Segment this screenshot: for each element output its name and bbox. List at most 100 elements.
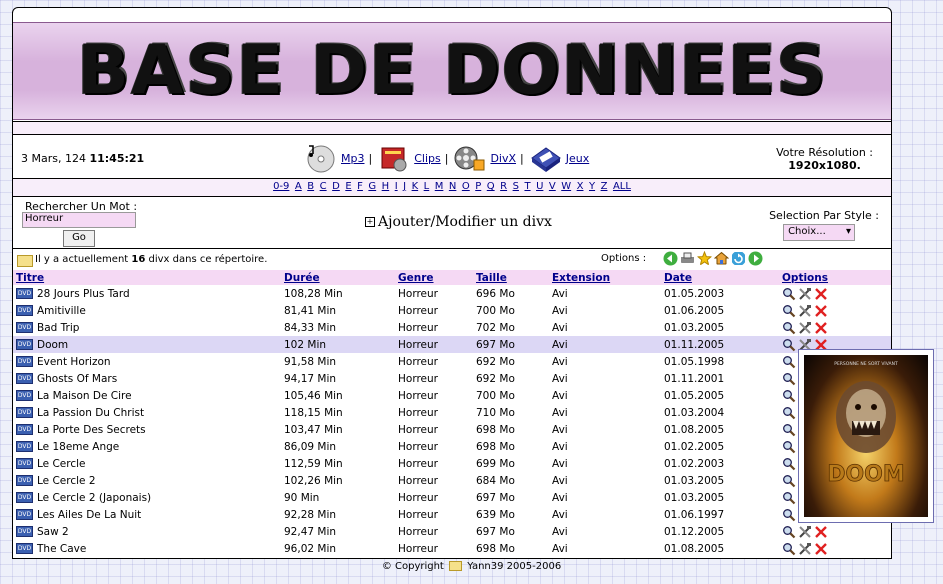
sort-genre[interactable]: Genre — [398, 272, 434, 284]
alpha-link[interactable]: G — [368, 181, 376, 192]
book-icon[interactable] — [376, 142, 410, 174]
row-title[interactable]: Ghosts Of Mars — [37, 373, 117, 385]
printer-icon[interactable] — [680, 251, 695, 266]
search-input[interactable]: Horreur — [22, 212, 136, 228]
row-title[interactable]: Event Horizon — [37, 356, 111, 368]
magnifier-icon[interactable] — [782, 423, 796, 437]
tools-icon[interactable] — [798, 542, 812, 556]
row-title[interactable]: Le 18eme Ange — [37, 441, 119, 453]
delete-x-icon[interactable] — [814, 304, 828, 318]
alpha-link[interactable]: V — [549, 181, 556, 192]
sort-options[interactable]: Options — [782, 272, 828, 284]
delete-x-icon[interactable] — [814, 542, 828, 556]
game-box-icon[interactable] — [528, 142, 562, 174]
alpha-link[interactable]: ALL — [613, 181, 631, 192]
row-title[interactable]: La Maison De Cire — [37, 390, 132, 402]
alpha-link[interactable]: Y — [589, 181, 595, 192]
add-modify-divx[interactable]: + Ajouter/Modifier un divx — [365, 214, 552, 230]
magnifier-icon[interactable] — [782, 355, 796, 369]
magnifier-icon[interactable] — [782, 372, 796, 386]
magnifier-icon[interactable] — [782, 525, 796, 539]
magnifier-icon[interactable] — [782, 508, 796, 522]
cd-icon[interactable] — [303, 142, 337, 174]
alpha-link[interactable]: O — [462, 181, 470, 192]
magnifier-icon[interactable] — [782, 440, 796, 454]
sort-taille[interactable]: Taille — [476, 272, 507, 284]
magnifier-icon[interactable] — [782, 542, 796, 556]
nav-mp3[interactable]: Mp3 — [341, 152, 364, 165]
alpha-link[interactable]: S — [513, 181, 519, 192]
previous-icon[interactable] — [663, 251, 678, 266]
sort-duree[interactable]: Durée — [284, 272, 320, 284]
delete-x-icon[interactable] — [814, 321, 828, 335]
alpha-link[interactable]: 0-9 — [273, 181, 289, 192]
alpha-link[interactable]: H — [382, 181, 390, 192]
time-text: 11:45:21 — [89, 152, 145, 165]
magnifier-icon[interactable] — [782, 304, 796, 318]
row-title[interactable]: The Cave — [37, 543, 86, 555]
sort-titre[interactable]: Titre — [16, 272, 44, 284]
alpha-link[interactable]: F — [357, 181, 363, 192]
next-icon[interactable] — [748, 251, 763, 266]
tools-icon[interactable] — [798, 304, 812, 318]
envelope-icon[interactable] — [449, 561, 463, 571]
row-title[interactable]: Saw 2 — [37, 526, 69, 538]
style-dropdown[interactable]: Choix... — [783, 224, 856, 241]
alpha-link[interactable]: N — [449, 181, 456, 192]
row-title[interactable]: Le Cercle 2 — [37, 475, 96, 487]
row-title[interactable]: Le Cercle — [37, 458, 86, 470]
film-reel-icon[interactable] — [452, 142, 486, 174]
alpha-link[interactable]: Z — [601, 181, 608, 192]
row-title[interactable]: Le Cercle 2 (Japonais) — [37, 492, 151, 504]
delete-x-icon[interactable] — [814, 525, 828, 539]
alpha-link[interactable]: I — [395, 181, 398, 192]
alpha-link[interactable]: Q — [487, 181, 495, 192]
alpha-link[interactable]: P — [475, 181, 481, 192]
nav-jeux[interactable]: Jeux — [566, 152, 590, 165]
alpha-link[interactable]: M — [435, 181, 444, 192]
row-title[interactable]: Les Ailes De La Nuit — [37, 509, 141, 521]
home-icon[interactable] — [714, 251, 729, 266]
sort-extension[interactable]: Extension — [552, 272, 610, 284]
sort-date[interactable]: Date — [664, 272, 692, 284]
magnifier-icon[interactable] — [782, 338, 796, 352]
magnifier-icon[interactable] — [782, 491, 796, 505]
row-genre: Horreur — [398, 389, 438, 402]
delete-x-icon[interactable] — [814, 287, 828, 301]
alpha-link[interactable]: D — [332, 181, 340, 192]
alpha-link[interactable]: B — [307, 181, 314, 192]
alpha-link[interactable]: A — [295, 181, 302, 192]
alpha-link[interactable]: E — [345, 181, 351, 192]
row-date: 01.03.2005 — [664, 491, 725, 504]
row-title[interactable]: La Passion Du Christ — [37, 407, 144, 419]
alpha-link[interactable]: C — [320, 181, 327, 192]
magnifier-icon[interactable] — [782, 321, 796, 335]
magnifier-icon[interactable] — [782, 406, 796, 420]
nav-clips[interactable]: Clips — [414, 152, 441, 165]
tools-icon[interactable] — [798, 525, 812, 539]
alpha-link[interactable]: X — [577, 181, 584, 192]
alpha-link[interactable]: J — [403, 181, 406, 192]
favorite-star-icon[interactable] — [697, 251, 712, 266]
alpha-link[interactable]: R — [500, 181, 507, 192]
alpha-link[interactable]: W — [561, 181, 571, 192]
row-title[interactable]: Bad Trip — [37, 322, 79, 334]
alpha-link[interactable]: T — [524, 181, 530, 192]
nav-divx[interactable]: DivX — [490, 152, 516, 165]
tools-icon[interactable] — [798, 321, 812, 335]
row-title[interactable]: La Porte Des Secrets — [37, 424, 146, 436]
alpha-link[interactable]: L — [424, 181, 430, 192]
magnifier-icon[interactable] — [782, 474, 796, 488]
dvd-icon: DVD — [16, 509, 33, 520]
magnifier-icon[interactable] — [782, 287, 796, 301]
go-button[interactable]: Go — [63, 230, 95, 247]
refresh-icon[interactable] — [731, 251, 746, 266]
tools-icon[interactable] — [798, 287, 812, 301]
magnifier-icon[interactable] — [782, 389, 796, 403]
alpha-link[interactable]: U — [536, 181, 543, 192]
row-title[interactable]: Doom — [37, 339, 68, 351]
alpha-link[interactable]: K — [412, 181, 419, 192]
row-title[interactable]: Amitiville — [37, 305, 86, 317]
magnifier-icon[interactable] — [782, 457, 796, 471]
row-title[interactable]: 28 Jours Plus Tard — [37, 288, 130, 300]
